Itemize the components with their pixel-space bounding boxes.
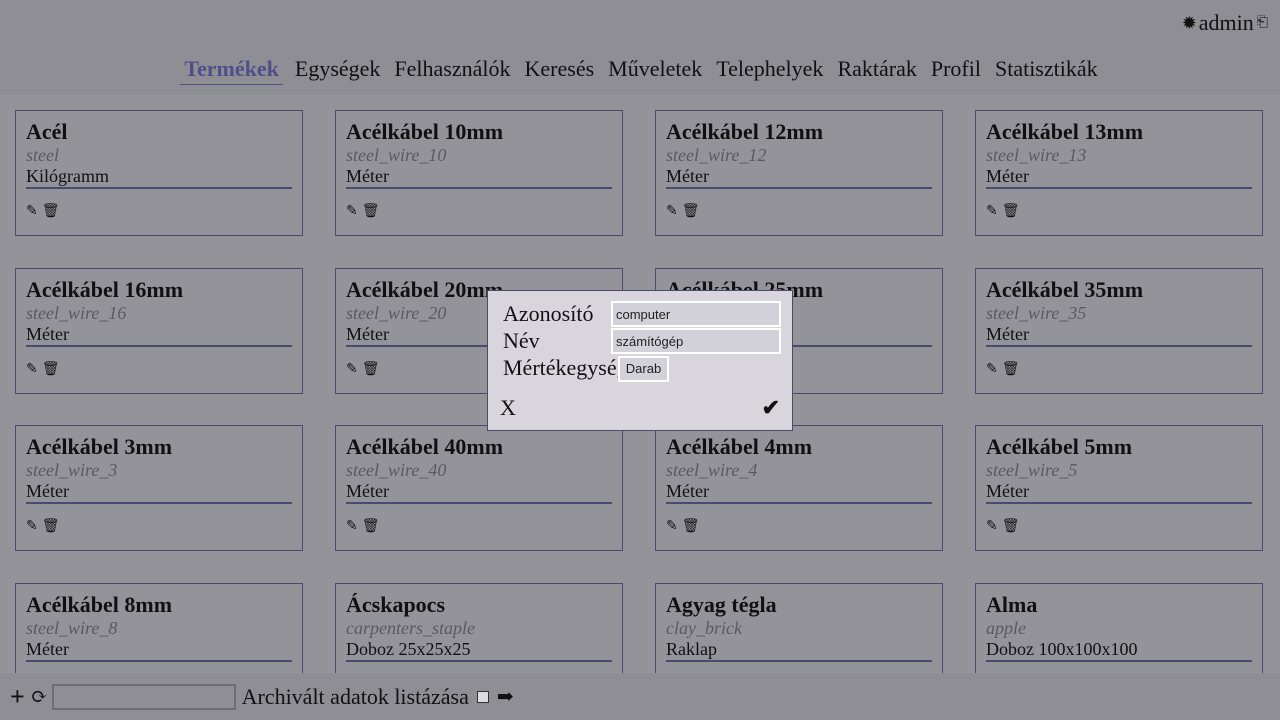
unit-label: Mértékegység <box>503 355 628 380</box>
id-input[interactable]: computer <box>611 301 781 327</box>
id-label: Azonosító <box>503 301 594 326</box>
modal-overlay: Azonosító computer Név számítógép Mérték… <box>0 0 1280 720</box>
name-label: Név <box>503 328 540 353</box>
confirm-button[interactable]: ✔ <box>762 395 780 421</box>
new-product-dialog: Azonosító computer Név számítógép Mérték… <box>487 290 793 431</box>
cancel-button[interactable]: X <box>500 395 516 421</box>
unit-select[interactable]: Darab <box>618 356 669 382</box>
name-input[interactable]: számítógép <box>611 328 781 354</box>
